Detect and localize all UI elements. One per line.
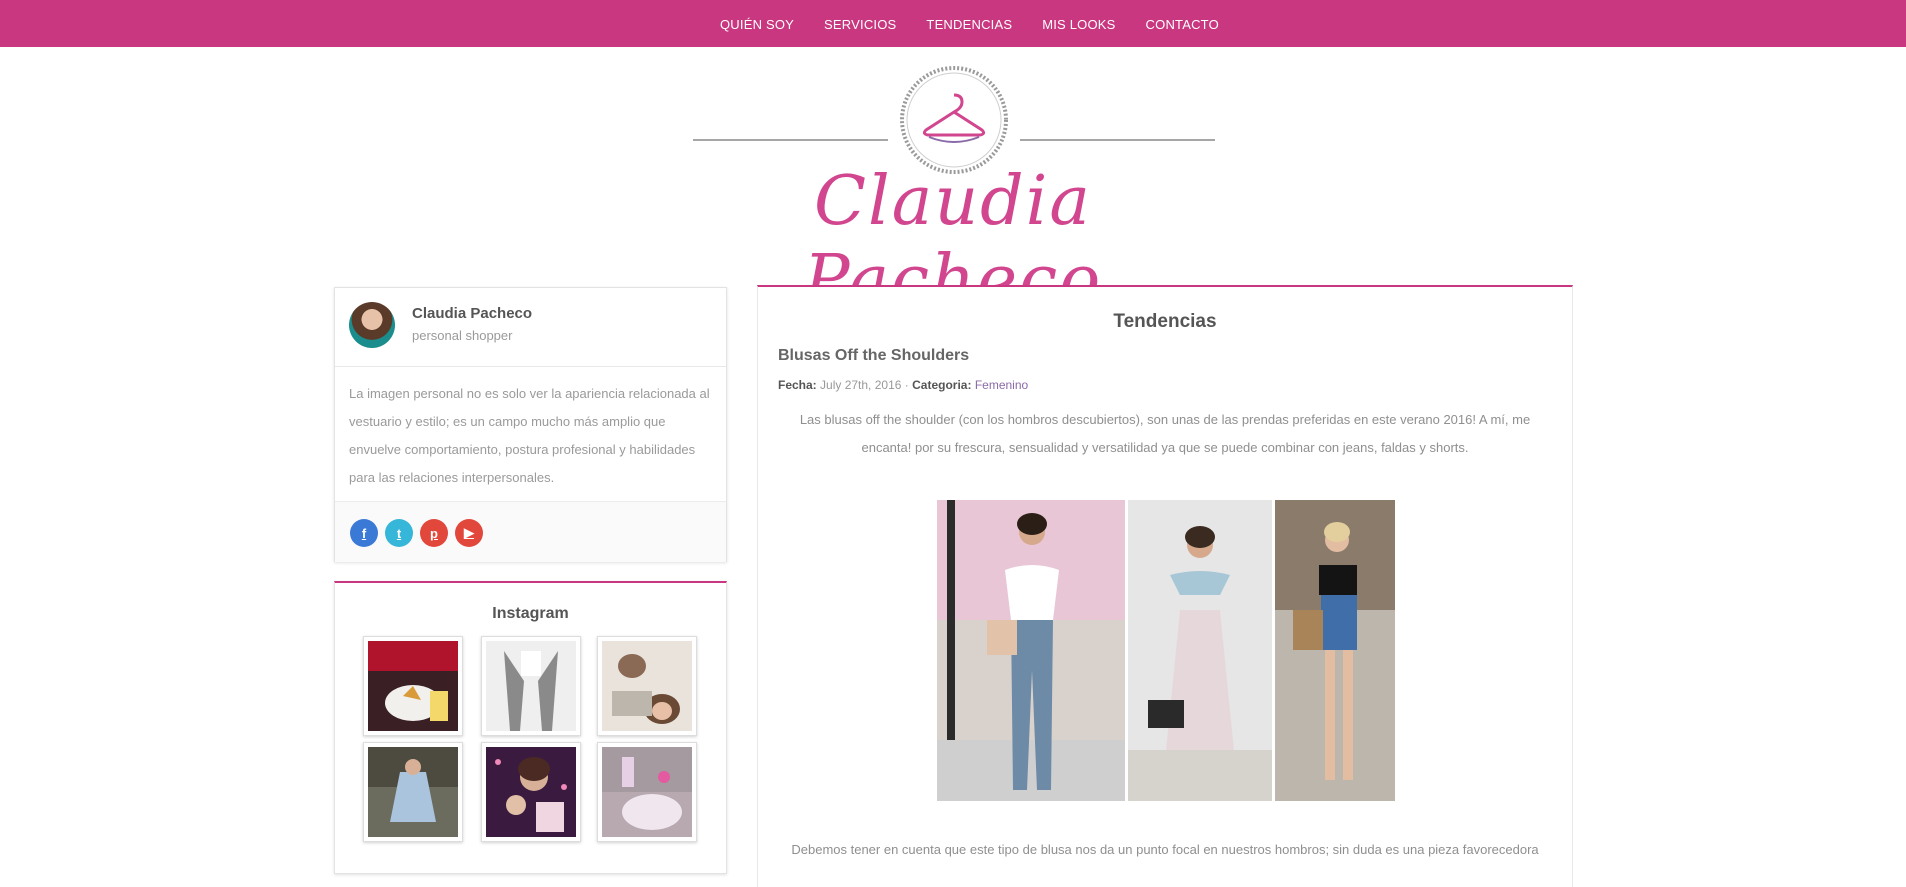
top-navigation: QUIÉN SOY SERVICIOS TENDENCIAS MIS LOOKS… <box>0 0 1906 47</box>
profile-role: personal shopper <box>412 328 513 343</box>
meta-separator: · <box>904 378 909 392</box>
youtube-icon[interactable]: ▶ <box>455 519 483 547</box>
instagram-photo <box>602 641 692 731</box>
instagram-thumb[interactable] <box>363 636 463 736</box>
instagram-widget: Instagram <box>334 581 727 874</box>
profile-bio: La imagen personal no es solo ver la apa… <box>349 386 710 485</box>
instagram-photo <box>486 747 576 837</box>
date-label: Fecha: <box>778 378 817 392</box>
social-links: f t p ▶ <box>335 501 726 562</box>
nav-link-tendencias[interactable]: TENDENCIAS <box>926 17 1012 32</box>
post-photo <box>1275 500 1395 801</box>
post-category-link[interactable]: Femenino <box>975 378 1028 392</box>
post-date: July 27th, 2016 <box>820 378 902 392</box>
profile-header: Claudia Pacheco personal shopper <box>335 288 726 367</box>
post-title[interactable]: Blusas Off the Shoulders <box>778 347 969 365</box>
category-label: Categoria: <box>912 378 972 392</box>
post-meta: Fecha: July 27th, 2016 · Categoria: Feme… <box>778 378 1028 392</box>
post-body-text: Debemos tener en cuenta que este tipo de… <box>791 842 1539 857</box>
instagram-thumb[interactable] <box>481 636 581 736</box>
instagram-photo <box>368 641 458 731</box>
site-logo[interactable]: Claudia Pacheco <box>690 62 1216 320</box>
instagram-photo <box>486 641 576 731</box>
post-image-gallery <box>937 500 1395 801</box>
instagram-thumb[interactable] <box>363 742 463 842</box>
twitter-icon[interactable]: t <box>385 519 413 547</box>
instagram-title: Instagram <box>492 605 569 622</box>
instagram-photo <box>602 747 692 837</box>
section-title: Tendencias <box>1113 311 1217 332</box>
main-content: Tendencias Blusas Off the Shoulders Fech… <box>757 285 1573 887</box>
post-photo <box>1128 500 1272 801</box>
instagram-thumb[interactable] <box>597 636 697 736</box>
logo-divider-left <box>693 139 888 141</box>
nav-menu: QUIÉN SOY SERVICIOS TENDENCIAS MIS LOOKS… <box>720 0 1249 47</box>
instagram-photo <box>368 747 458 837</box>
logo-divider-right <box>1020 139 1215 141</box>
instagram-thumb[interactable] <box>481 742 581 842</box>
post-photo <box>937 500 1125 801</box>
nav-link-contacto[interactable]: CONTACTO <box>1146 17 1219 32</box>
profile-name: Claudia Pacheco <box>412 305 533 322</box>
avatar <box>349 302 395 348</box>
facebook-icon[interactable]: f <box>350 519 378 547</box>
nav-link-quien-soy[interactable]: QUIÉN SOY <box>720 17 794 32</box>
hanger-icon <box>900 66 1008 174</box>
profile-card: Claudia Pacheco personal shopper La imag… <box>334 287 727 562</box>
nav-link-mis-looks[interactable]: MIS LOOKS <box>1042 17 1115 32</box>
pinterest-icon[interactable]: p <box>420 519 448 547</box>
post-intro: Las blusas off the shoulder (con los hom… <box>799 412 1531 455</box>
instagram-thumb[interactable] <box>597 742 697 842</box>
nav-link-servicios[interactable]: SERVICIOS <box>824 17 896 32</box>
